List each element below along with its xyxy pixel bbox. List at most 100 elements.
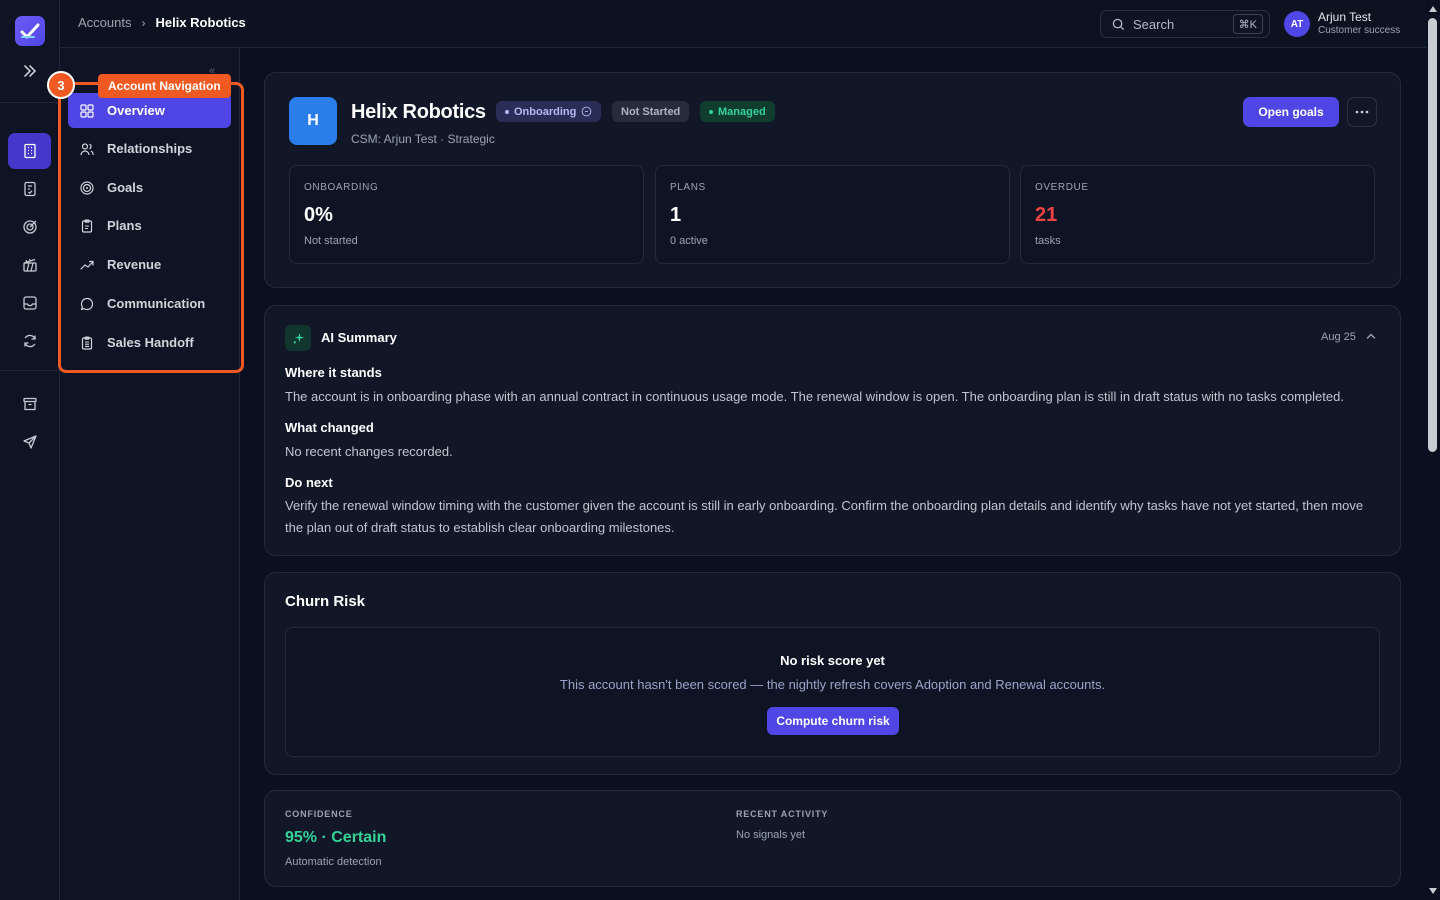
account-header-card: H Helix Robotics Onboarding Not Started …	[264, 72, 1401, 288]
more-horizontal-icon	[1355, 110, 1369, 114]
nav-item-label: Communication	[107, 296, 206, 311]
app-rail	[0, 0, 60, 900]
summary-heading: Do next	[285, 475, 333, 490]
rail-accounts-button[interactable]	[8, 133, 51, 169]
page-scrollbar[interactable]	[1426, 0, 1440, 900]
nav-item-sales-handoff[interactable]: Sales Handoff	[68, 325, 231, 360]
expand-sidebar-icon[interactable]	[20, 61, 40, 81]
building-icon	[23, 143, 36, 159]
status-badge-onboarding[interactable]: Onboarding	[496, 101, 602, 122]
nav-item-label: Relationships	[107, 141, 193, 156]
clapper-icon	[22, 258, 37, 272]
churn-risk-title: Churn Risk	[285, 593, 366, 610]
confidence-sub: Automatic detection	[285, 856, 382, 868]
rail-archive-button[interactable]	[8, 386, 51, 422]
scroll-up-icon[interactable]	[1429, 6, 1437, 12]
summary-heading: Where it stands	[285, 365, 382, 380]
stat-label: PLANS	[670, 182, 706, 193]
confidence-card: CONFIDENCE 95% · Certain Automatic detec…	[264, 790, 1401, 887]
rail-sync-button[interactable]	[8, 323, 51, 359]
stat-label: OVERDUE	[1035, 182, 1089, 193]
chevron-up-icon[interactable]	[1365, 329, 1377, 347]
users-icon	[80, 142, 94, 155]
nav-item-label: Overview	[107, 103, 165, 118]
chat-icon	[80, 297, 94, 310]
breadcrumb-current: Helix Robotics	[155, 15, 246, 30]
refresh-icon	[23, 334, 36, 348]
churn-empty-state: No risk score yet This account hasn't be…	[285, 627, 1380, 757]
scroll-down-icon[interactable]	[1429, 888, 1437, 894]
breadcrumb-accounts-link[interactable]: Accounts	[78, 15, 131, 30]
ai-summary-title: AI Summary	[321, 330, 397, 345]
chevron-right-icon: ›	[141, 15, 146, 30]
trend-icon	[80, 260, 94, 270]
scrollbar-thumb[interactable]	[1428, 18, 1437, 452]
search-shortcut: ⌘K	[1232, 14, 1263, 34]
search-icon	[1112, 18, 1125, 30]
rail-divider	[0, 370, 60, 371]
inbox-icon	[22, 296, 37, 310]
stat-sub: tasks	[1035, 235, 1061, 247]
target-icon	[80, 180, 94, 195]
ai-summary-card: AI Summary Aug 25 Where it stands The ac…	[264, 305, 1401, 556]
nav-item-goals[interactable]: Goals	[68, 170, 231, 205]
summary-heading: What changed	[285, 420, 374, 435]
nav-item-revenue[interactable]: Revenue	[68, 247, 231, 282]
ai-summary-date: Aug 25	[1321, 331, 1356, 343]
confidence-value: 95% · Certain	[285, 829, 387, 846]
avatar[interactable]: AT	[1284, 11, 1310, 37]
sparkle-icon	[285, 325, 311, 351]
rail-tasks-button[interactable]	[8, 171, 51, 207]
nav-item-label: Sales Handoff	[107, 335, 194, 350]
target-arrow-icon	[22, 220, 37, 234]
user-role: Customer success	[1318, 25, 1401, 36]
clipboard-icon	[81, 218, 93, 233]
rail-plans-button[interactable]	[8, 247, 51, 283]
compute-churn-risk-button[interactable]: Compute churn risk	[767, 707, 899, 735]
status-badge-progress: Not Started	[612, 101, 690, 122]
nav-item-label: Goals	[107, 180, 144, 195]
recent-activity-label: RECENT ACTIVITY	[736, 809, 829, 819]
churn-empty-text: This account hasn't been scored — the ni…	[559, 677, 1106, 692]
stat-sub: 0 active	[670, 235, 708, 247]
recent-activity-value: No signals yet	[736, 829, 806, 841]
task-list-icon	[23, 181, 36, 197]
tour-step-label: Account Navigation	[98, 74, 231, 98]
nav-item-overview[interactable]: Overview	[68, 93, 231, 128]
stat-value: 21	[1035, 204, 1058, 226]
stat-value: 0%	[304, 204, 333, 226]
search-button[interactable]: Search ⌘K	[1100, 10, 1270, 38]
nav-item-relationships[interactable]: Relationships	[68, 131, 231, 166]
rail-inbox-button[interactable]	[8, 285, 51, 321]
summary-text: Verify the renewal window timing with th…	[285, 498, 1364, 535]
rail-goals-button[interactable]	[8, 209, 51, 245]
open-goals-button[interactable]: Open goals	[1243, 97, 1339, 127]
nav-item-label: Plans	[107, 218, 142, 233]
confidence-label: CONFIDENCE	[285, 809, 353, 819]
stat-plans: PLANS 1 0 active	[655, 165, 1010, 264]
top-bar: Accounts › Helix Robotics Search ⌘K AT A…	[60, 0, 1426, 48]
breadcrumb: Accounts › Helix Robotics	[78, 15, 246, 30]
rail-divider	[0, 102, 60, 103]
stat-overdue: OVERDUE 21 tasks	[1020, 165, 1375, 264]
status-badge-managed: Managed	[700, 101, 775, 122]
rail-send-button[interactable]	[8, 424, 51, 460]
nav-item-communication[interactable]: Communication	[68, 286, 231, 321]
send-icon	[22, 435, 37, 449]
nav-item-plans[interactable]: Plans	[68, 208, 231, 243]
archive-icon	[22, 397, 37, 411]
user-name[interactable]: Arjun Test	[1318, 10, 1371, 24]
tour-step-badge: 3	[47, 71, 75, 99]
more-options-button[interactable]	[1347, 97, 1377, 127]
summary-text: No recent changes recorded.	[285, 444, 453, 459]
search-label: Search	[1133, 16, 1175, 32]
churn-risk-card: Churn Risk No risk score yet This accoun…	[264, 572, 1401, 775]
nav-item-label: Revenue	[107, 257, 162, 272]
dot-icon	[505, 109, 509, 114]
account-name: Helix Robotics	[351, 101, 486, 123]
clipboard-list-icon	[81, 335, 93, 350]
app-logo-icon[interactable]	[15, 16, 45, 46]
account-subtitle: CSM: Arjun Test · Strategic	[351, 132, 495, 146]
status-badge-label: Onboarding	[514, 105, 577, 118]
stat-label: ONBOARDING	[304, 182, 379, 193]
